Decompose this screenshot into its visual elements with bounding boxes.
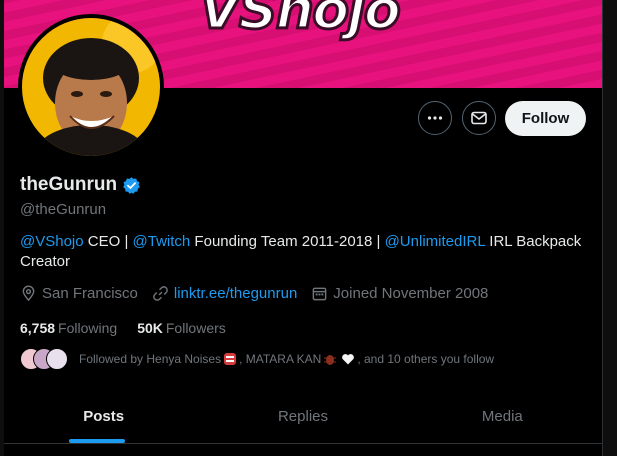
bio-text: Founding Team 2011-2018 |	[190, 233, 385, 250]
tab-media[interactable]: Media	[403, 388, 602, 444]
joined-item: Joined November 2008	[311, 285, 488, 302]
tabs-divider	[4, 443, 602, 444]
bio-mention-unlimitedirl[interactable]: @UnlimitedIRL	[385, 233, 486, 250]
website-item[interactable]: linktr.ee/thegunrun	[152, 285, 297, 302]
profile-avatar[interactable]	[18, 14, 164, 160]
followed-by-text: , and 10 others you follow	[357, 352, 495, 366]
followed-by-text: , MATARA KAN	[239, 352, 322, 366]
bio-mention-vshojo[interactable]: @VShojo	[20, 233, 84, 250]
followers-count: 50K	[137, 320, 163, 336]
bio-mention-twitch[interactable]: @Twitch	[133, 233, 191, 250]
profile-tabs: Posts Replies Media	[4, 388, 602, 444]
envelope-icon	[471, 111, 487, 125]
more-horizontal-icon	[427, 116, 443, 120]
location-pin-icon	[22, 285, 35, 302]
location-item: San Francisco	[20, 285, 138, 302]
website-link[interactable]: linktr.ee/thegunrun	[174, 285, 297, 302]
followers-label: Followers	[165, 320, 226, 336]
location-text: San Francisco	[42, 285, 138, 302]
followed-by-row[interactable]: Followed by Henya Noises , MATARA KAN , …	[20, 348, 494, 370]
verified-badge-icon[interactable]	[122, 176, 141, 195]
link-icon	[153, 286, 168, 301]
follower-avatars	[20, 348, 70, 370]
banner-logo: VShojo	[198, 0, 403, 43]
profile-handle: @theGunrun	[20, 201, 107, 218]
more-options-button[interactable]	[418, 101, 452, 135]
following-count: 6,758	[20, 320, 56, 336]
follow-counts: 6,758 Following 50K Followers	[20, 320, 246, 336]
page-edge-right	[602, 0, 617, 456]
calendar-icon	[312, 287, 327, 301]
emoji-icon	[224, 353, 237, 365]
joined-text: Joined November 2008	[333, 285, 489, 302]
white-heart-icon	[342, 354, 355, 365]
bug-icon	[324, 355, 337, 365]
tab-posts[interactable]: Posts	[4, 388, 203, 444]
following-count-link[interactable]: 6,758 Following	[20, 320, 117, 336]
following-label: Following	[58, 320, 118, 336]
message-button[interactable]	[462, 101, 496, 135]
display-name: theGunrun	[20, 174, 118, 195]
tab-replies[interactable]: Replies	[203, 388, 402, 444]
followed-by-text: Followed by Henya Noises	[79, 352, 222, 366]
follow-button[interactable]: Follow	[505, 101, 586, 136]
followers-count-link[interactable]: 50K Followers	[137, 320, 226, 336]
follower-avatar	[46, 348, 68, 370]
profile-meta: San Francisco linktr.ee/thegunrun Joined…	[20, 285, 502, 302]
profile-bio: @VShojo CEO | @Twitch Founding Team 2011…	[20, 232, 590, 272]
display-name-row: theGunrun	[20, 174, 141, 196]
bio-text: CEO |	[83, 233, 133, 250]
